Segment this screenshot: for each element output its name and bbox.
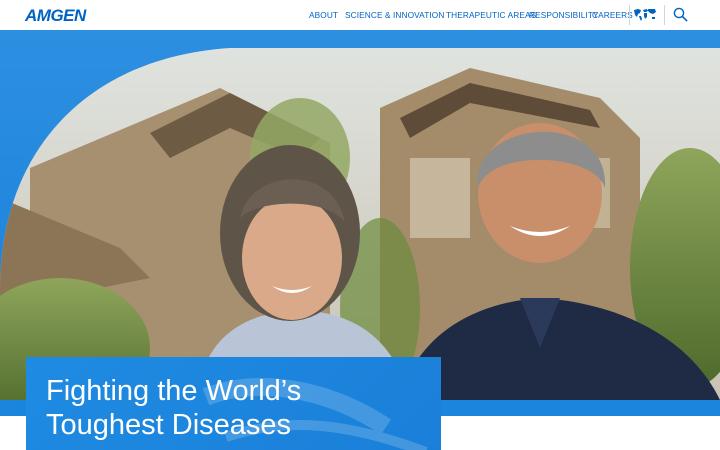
nav-item-careers[interactable]: CAREERS (592, 10, 633, 20)
amgen-logo[interactable]: AMGEN (25, 6, 86, 26)
nav-divider (629, 5, 630, 25)
hero-photo (0, 48, 720, 400)
nav-item-about[interactable]: ABOUT (309, 10, 338, 20)
nav-item-responsibility[interactable]: RESPONSIBILITY (529, 10, 599, 20)
hero-headline-line1: Fighting the World’s (46, 375, 302, 407)
hero-headline-line2: Toughest Diseases (46, 409, 292, 441)
world-map-icon[interactable] (633, 7, 657, 22)
nav-divider (664, 5, 665, 25)
hero-headline: Fighting the World’s Toughest Diseases (46, 374, 301, 442)
nav-item-therapeutic-areas[interactable]: THERAPEUTIC AREAS (446, 10, 536, 20)
search-icon[interactable] (673, 7, 688, 22)
site-header: AMGEN ABOUT SCIENCE & INNOVATION THERAPE… (0, 0, 720, 30)
photo-of-smiling-couple (0, 48, 720, 400)
hero-headline-card: Fighting the World’s Toughest Diseases (26, 357, 441, 450)
nav-item-science-innovation[interactable]: SCIENCE & INNOVATION (345, 10, 444, 20)
